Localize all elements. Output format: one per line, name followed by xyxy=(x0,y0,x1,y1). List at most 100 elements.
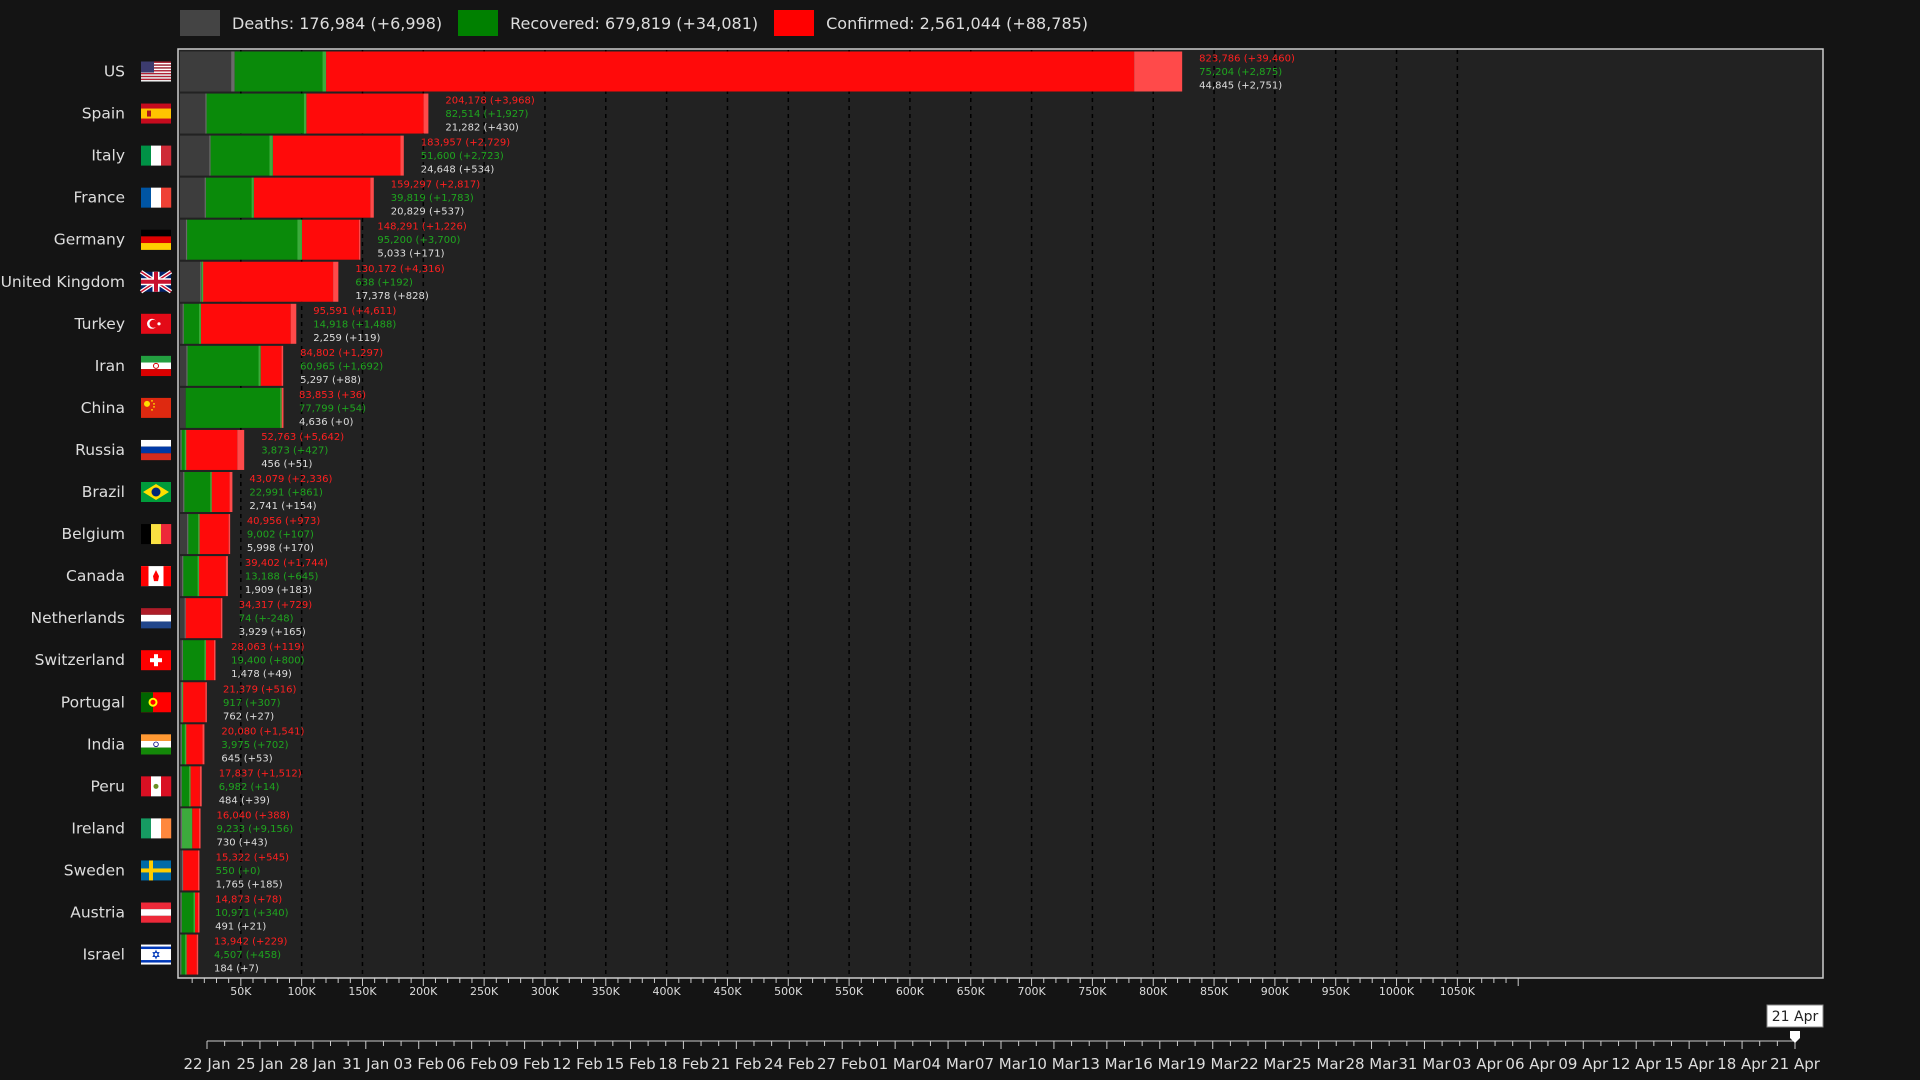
deaths-new-bar xyxy=(204,177,206,218)
confirmed-value-label: 183,957 (+2,729) xyxy=(421,138,510,149)
x-tick-label: 950K xyxy=(1322,985,1351,998)
confirmed-value-label: 34,317 (+729) xyxy=(239,600,313,611)
flag-part xyxy=(141,909,171,916)
confirmed-value-label: 13,942 (+229) xyxy=(214,937,288,948)
flag-part xyxy=(141,236,171,244)
flag-part xyxy=(154,271,158,292)
x-tick-label: 50K xyxy=(230,985,252,998)
recovered-bar xyxy=(180,766,190,807)
bar-row: 15,322 (+545) 550 (+0) 1,765 (+185) Sweden xyxy=(64,850,289,891)
bar-row: 148,291 (+1,226) 95,200 (+3,700) 5,033 (+1… xyxy=(54,219,467,260)
deaths-new-bar xyxy=(231,51,235,92)
confirmed-value-label: 21,379 (+516) xyxy=(223,684,297,695)
timeline-date-label: 31 Jan xyxy=(342,1055,389,1073)
confirmed-new-bar xyxy=(225,556,228,597)
flag-part xyxy=(141,369,171,377)
flag-part xyxy=(161,187,172,208)
flag-part xyxy=(151,487,161,497)
flag-part xyxy=(141,747,171,755)
deaths-bar xyxy=(180,892,181,933)
flag-part xyxy=(141,80,171,82)
deaths-new-bar xyxy=(180,429,182,470)
recovered-bar xyxy=(180,892,194,933)
recovered-new-bar xyxy=(193,892,196,933)
flag-part xyxy=(141,818,151,839)
recovered-value-label: 550 (+0) xyxy=(216,866,261,877)
austria-flag-icon xyxy=(141,902,171,923)
x-tick-label: 700K xyxy=(1017,985,1046,998)
deaths-value-label: 484 (+39) xyxy=(219,795,270,806)
recovered-value-label: 74 (+-248) xyxy=(239,614,294,625)
deaths-value-label: 20,829 (+537) xyxy=(391,207,465,218)
recovered-value-label: 22,991 (+861) xyxy=(249,488,323,499)
confirmed-new-bar xyxy=(197,892,200,933)
recovered-new-bar xyxy=(184,429,187,470)
recovered-value-label: 4,507 (+458) xyxy=(214,950,281,961)
bar-row: 83,853 (+36) 77,799 (+54) 4,636 (+0) China xyxy=(81,387,366,428)
deaths-bar xyxy=(180,556,183,597)
confirmed-bar xyxy=(192,808,200,849)
deaths-new-bar xyxy=(180,766,182,807)
bar-row: 823,786 (+39,460) 75,204 (+2,875) 44,845 (… xyxy=(104,51,1295,92)
flag-part xyxy=(161,145,172,166)
x-tick-label: 800K xyxy=(1139,985,1168,998)
x-tick-label: 1050K xyxy=(1440,985,1476,998)
recovered-value-label: 75,204 (+2,875) xyxy=(1199,67,1282,78)
deaths-new-bar xyxy=(209,135,211,176)
recovered-new-bar xyxy=(210,472,212,512)
deaths-bar xyxy=(180,429,181,470)
flag-part xyxy=(150,658,162,663)
deaths-new-bar xyxy=(183,472,185,512)
timeline-date-label: 09 Feb xyxy=(499,1055,549,1073)
country-label: China xyxy=(81,399,125,417)
flag-part xyxy=(141,61,154,73)
bar-row: 34,317 (+729) 74 (+-248) 3,929 (+165) Nethe… xyxy=(31,598,313,639)
portugal-flag-icon xyxy=(141,692,171,713)
bar-row: 13,942 (+229) 4,507 (+458) 184 (+7) Israel xyxy=(83,934,288,975)
recovered-new-bar xyxy=(280,387,282,428)
confirmed-new-bar xyxy=(220,598,223,639)
x-tick-label: 450K xyxy=(713,985,742,998)
bar-row: 16,040 (+388) 9,233 (+9,156) 730 (+43) Irel… xyxy=(71,808,294,849)
uk-flag-icon xyxy=(139,270,173,294)
recovered-bar xyxy=(205,93,307,134)
timeline-date-label: 27 Feb xyxy=(817,1055,867,1073)
timeline-slider[interactable]: 22 Jan 25 Jan 28 Jan 31 Jan 03 Feb 06 Feb 09 F… xyxy=(0,1000,1920,1080)
deaths-new-bar xyxy=(186,345,188,386)
netherlands-flag-icon xyxy=(141,608,171,629)
x-tick-label: 500K xyxy=(774,985,803,998)
bar-row: 43,079 (+2,336) 22,991 (+861) 2,741 (+154)… xyxy=(82,472,332,512)
flag-part xyxy=(141,902,171,910)
confirmed-bar xyxy=(253,177,371,218)
deaths-bar xyxy=(180,598,185,639)
confirmed-bar xyxy=(306,93,424,134)
flag-part xyxy=(141,439,171,447)
flag-part xyxy=(151,145,161,166)
confirmed-bar xyxy=(211,472,230,512)
recovered-new-bar xyxy=(199,303,201,344)
iran-flag-icon xyxy=(141,355,171,377)
recovered-new-bar xyxy=(198,514,200,555)
recovered-value-label: 9,233 (+9,156) xyxy=(217,824,294,835)
recovered-value-label: 10,971 (+340) xyxy=(215,908,289,919)
timeline-date-label: 12 Apr xyxy=(1611,1055,1662,1073)
deaths-new-bar xyxy=(182,556,184,597)
deaths-value-label: 645 (+53) xyxy=(221,753,272,764)
flag-part xyxy=(141,243,171,250)
flag-part xyxy=(144,400,150,407)
timeline-date-label: 13 Mar xyxy=(1081,1055,1134,1073)
confirmed-new-bar xyxy=(237,429,245,470)
confirmed-bar xyxy=(200,303,291,344)
flag-part xyxy=(153,406,155,408)
country-label: Canada xyxy=(66,567,125,585)
flag-part xyxy=(141,566,149,587)
deaths-value-label: 4,636 (+0) xyxy=(299,417,353,428)
china-flag-icon xyxy=(141,397,171,418)
italy-flag-icon xyxy=(141,145,172,166)
deaths-new-bar xyxy=(180,682,183,723)
confirmed-value-label: 130,172 (+4,316) xyxy=(355,264,444,275)
flag-part xyxy=(161,524,172,545)
deaths-bar xyxy=(180,303,183,344)
country-label: India xyxy=(87,735,125,753)
flag-part xyxy=(141,614,171,622)
